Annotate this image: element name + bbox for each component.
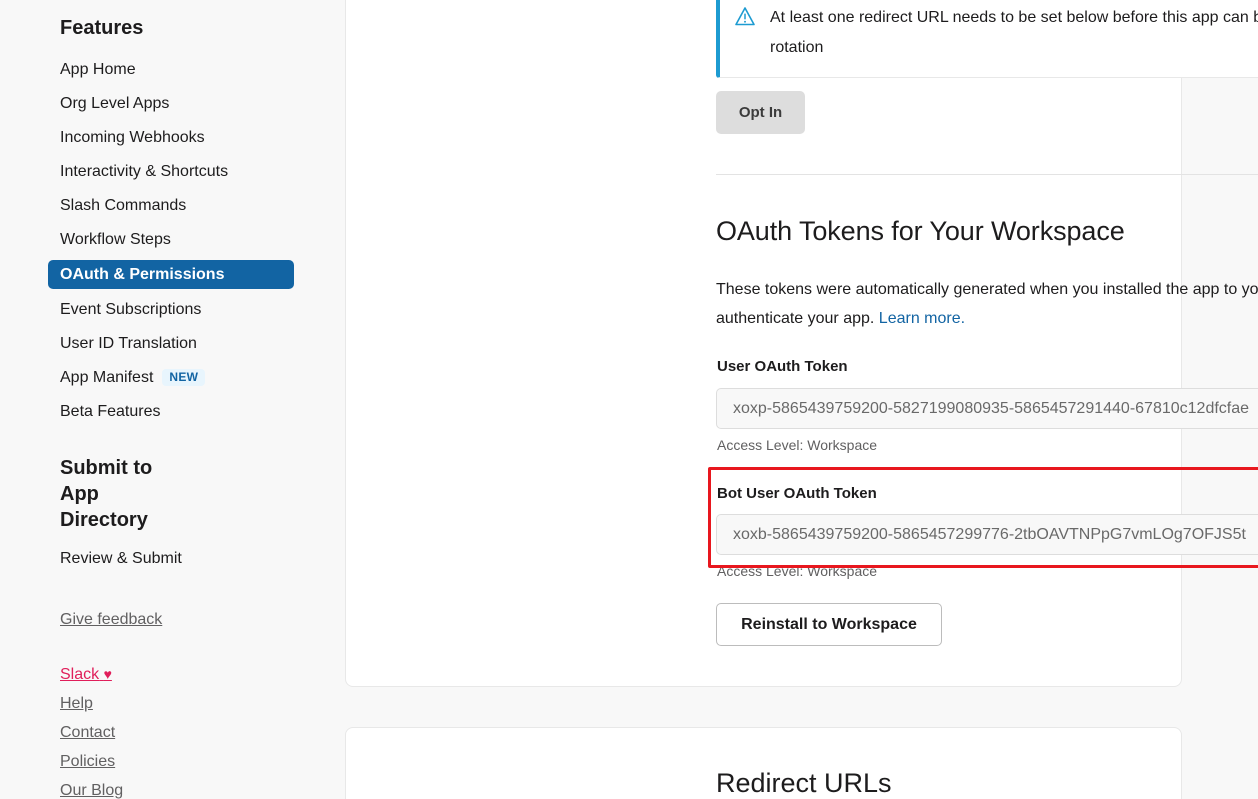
sidebar-item-beta-features[interactable]: Beta Features xyxy=(48,398,294,425)
sidebar-item-label: App Home xyxy=(60,61,136,79)
sidebar-item-org-level-apps[interactable]: Org Level Apps xyxy=(48,90,294,117)
bot-user-oauth-token-input[interactable] xyxy=(717,526,1258,544)
user-oauth-token-field[interactable]: Copy xyxy=(716,388,1258,429)
reinstall-to-workspace-button[interactable]: Reinstall to Workspace xyxy=(716,603,942,646)
sidebar-item-label: Beta Features xyxy=(60,403,161,421)
oauth-tokens-description: These tokens were automatically generate… xyxy=(716,275,1258,333)
sidebar-item-workflow-steps[interactable]: Workflow Steps xyxy=(48,226,294,253)
sidebar-item-user-id-translation[interactable]: User ID Translation xyxy=(48,330,294,357)
sidebar-spacer xyxy=(0,579,330,605)
sidebar-slack-link[interactable]: Slack ♥ xyxy=(60,660,330,689)
sidebar-item-label: Slash Commands xyxy=(60,197,186,215)
redirect-urls-heading: Redirect URLs xyxy=(716,768,892,799)
sidebar-item-label: Workflow Steps xyxy=(60,231,171,249)
sidebar-item-label: Incoming Webhooks xyxy=(60,129,205,147)
sidebar-item-label: Event Subscriptions xyxy=(60,301,201,319)
sidebar-spacer-2 xyxy=(0,634,330,660)
oauth-tokens-heading: OAuth Tokens for Your Workspace xyxy=(716,216,1125,247)
bot-user-oauth-token-field[interactable]: Copy xyxy=(716,514,1258,555)
sidebar-item-label: User ID Translation xyxy=(60,335,197,353)
sidebar-item-oauth-permissions[interactable]: OAuth & Permissions xyxy=(48,260,294,289)
section-divider xyxy=(716,174,1258,175)
oauth-description-text: These tokens were automatically generate… xyxy=(716,281,1258,327)
sidebar-item-app-manifest[interactable]: App Manifest NEW xyxy=(48,364,294,391)
sidebar-item-slash-commands[interactable]: Slash Commands xyxy=(48,192,294,219)
opt-in-button[interactable]: Opt In xyxy=(716,91,805,134)
sidebar-heading-submit-to-app-directory: Submit to App Directory xyxy=(0,455,190,533)
sidebar-heading-features: Features xyxy=(0,14,330,42)
sidebar-item-event-subscriptions[interactable]: Event Subscriptions xyxy=(48,296,294,323)
sidebar-slack-label: Slack xyxy=(60,666,99,683)
user-token-access-level: Access Level: Workspace xyxy=(717,437,877,453)
warning-triangle-icon xyxy=(734,6,756,32)
sidebar-policies-link[interactable]: Policies xyxy=(60,747,330,776)
sidebar-item-label: App Manifest xyxy=(60,369,153,387)
sidebar-item-app-home[interactable]: App Home xyxy=(48,56,294,83)
sidebar-our-blog-link[interactable]: Our Blog xyxy=(60,776,330,799)
sidebar-item-label: Interactivity & Shortcuts xyxy=(60,163,228,181)
sidebar-contact-link[interactable]: Contact xyxy=(60,718,330,747)
sidebar: Features App Home Org Level Apps Incomin… xyxy=(0,0,330,799)
oauth-permissions-page: Features App Home Org Level Apps Incomin… xyxy=(0,0,1258,799)
user-oauth-token-input[interactable] xyxy=(717,400,1258,418)
new-badge: NEW xyxy=(162,369,205,386)
bot-user-oauth-token-label: Bot User OAuth Token xyxy=(717,485,877,502)
callout-message: At least one redirect URL needs to be se… xyxy=(770,3,1258,63)
sidebar-item-label: Org Level Apps xyxy=(60,95,169,113)
sidebar-item-label: OAuth & Permissions xyxy=(60,266,224,284)
sidebar-item-label: Review & Submit xyxy=(60,550,182,568)
sidebar-item-incoming-webhooks[interactable]: Incoming Webhooks xyxy=(48,124,294,151)
learn-more-link[interactable]: Learn more. xyxy=(879,310,965,327)
token-rotation-warning-callout: At least one redirect URL needs to be se… xyxy=(716,0,1258,78)
sidebar-give-feedback-link[interactable]: Give feedback xyxy=(60,605,330,634)
sidebar-item-interactivity-shortcuts[interactable]: Interactivity & Shortcuts xyxy=(48,158,294,185)
bot-token-access-level: Access Level: Workspace xyxy=(717,563,877,579)
sidebar-item-review-submit[interactable]: Review & Submit xyxy=(48,545,294,572)
sidebar-help-link[interactable]: Help xyxy=(60,689,330,718)
main-content: At least one redirect URL needs to be se… xyxy=(330,0,1258,799)
user-oauth-token-label: User OAuth Token xyxy=(717,358,848,375)
heart-icon: ♥ xyxy=(104,666,112,682)
